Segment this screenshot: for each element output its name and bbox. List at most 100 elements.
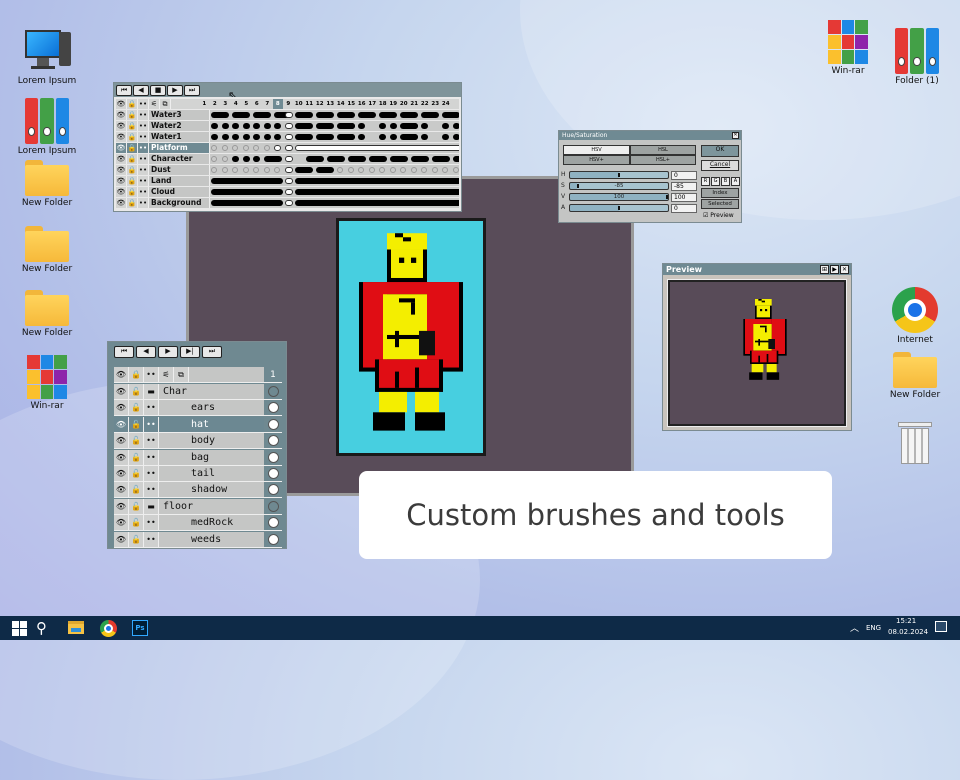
mode-hsl-plus[interactable]: HSL+ (630, 155, 696, 165)
visibility-icon[interactable]: 👁 (114, 466, 129, 481)
search-icon[interactable]: ⚲ (36, 618, 56, 638)
layer-state-toggle[interactable] (264, 400, 282, 416)
layer-name[interactable]: body (159, 433, 264, 449)
lock-icon[interactable]: 🔒 (127, 132, 138, 142)
visibility-icon[interactable]: 👁 (116, 132, 127, 142)
timeline-layer-row[interactable]: 👁 🔒 •• Character (116, 154, 459, 164)
prev-frame-button[interactable]: ◀ (133, 85, 149, 96)
desktop-icon-new-folder[interactable]: New Folder (7, 160, 87, 208)
visibility-icon[interactable]: 👁 (116, 187, 127, 197)
visibility-icon[interactable]: 👁 (116, 198, 127, 208)
last-frame-button[interactable]: ⏭ (184, 85, 200, 96)
desktop-icon-win-rar[interactable]: Win-rar (808, 20, 888, 76)
frame-number[interactable]: 22 (420, 99, 431, 109)
visibility-icon[interactable]: 👁 (114, 531, 129, 547)
desktop-icon-lorem-ipsum[interactable]: Lorem Ipsum (7, 28, 87, 86)
frame-number[interactable]: 18 (378, 99, 389, 109)
language-indicator[interactable]: ENG (866, 624, 881, 632)
timeline-layer-row[interactable]: 👁 🔒 •• Platform (116, 143, 459, 153)
layer-row[interactable]: 👁 🔓 •• shadow (114, 482, 282, 499)
cancel-button[interactable]: Cancel (701, 160, 739, 171)
layer-name[interactable]: Cloud (149, 187, 210, 197)
desktop-icon-lorem-ipsum[interactable]: Lorem Ipsum (7, 96, 87, 156)
layer-state-toggle[interactable] (264, 449, 282, 465)
layer-name[interactable]: Background (149, 198, 210, 208)
file-explorer-icon[interactable] (68, 621, 84, 634)
frame-track[interactable] (210, 187, 459, 197)
start-button[interactable] (12, 621, 27, 636)
frame-number[interactable]: 5 (241, 99, 252, 109)
frame-number[interactable]: 8 (272, 99, 283, 109)
frame-number[interactable]: 12 (315, 99, 326, 109)
fit-icon[interactable]: ⊞ (820, 265, 829, 274)
lock-icon[interactable]: 🔒 (127, 110, 138, 120)
layer-name[interactable]: Dust (149, 165, 210, 175)
close-icon[interactable]: ✕ (840, 265, 849, 274)
timeline-layer-row[interactable]: 👁 🔒 •• Water3 (116, 110, 459, 120)
frame-number[interactable]: 16 (357, 99, 368, 109)
next-frame-button[interactable]: ▶| (180, 346, 200, 358)
lock-icon[interactable]: 🔒 (127, 187, 138, 197)
preview-checkbox[interactable]: ☑ Preview (703, 212, 734, 219)
layer-row[interactable]: 👁 🔓 •• tail (114, 466, 282, 482)
layer-name[interactable]: Character (149, 154, 210, 164)
visibility-icon[interactable]: 👁 (116, 165, 127, 175)
desktop-icon-win-rar[interactable]: Win-rar (7, 355, 87, 411)
frame-number[interactable]: 21 (409, 99, 420, 109)
lock-icon[interactable]: 🔒 (127, 165, 138, 175)
desktop-icon-internet[interactable]: Internet (875, 287, 955, 345)
visibility-icon[interactable]: 👁 (116, 154, 127, 164)
desktop-icon-new-folder[interactable]: New Folder (875, 352, 955, 400)
link-icon[interactable]: •• (138, 121, 149, 131)
channel-value-input[interactable]: 0 (671, 204, 697, 213)
frame-track[interactable] (210, 198, 459, 208)
layer-state-toggle[interactable] (264, 384, 282, 399)
layer-state-toggle[interactable] (264, 466, 282, 481)
frame-number[interactable]: 20 (399, 99, 410, 109)
visibility-icon[interactable]: 👁 (114, 400, 129, 416)
layer-name[interactable]: hat (159, 416, 264, 432)
selected-button[interactable]: Selected (701, 199, 739, 209)
lock-icon[interactable]: 🔓 (129, 482, 144, 498)
tray-chevron-icon[interactable]: ︿ (850, 621, 859, 634)
layer-state-toggle[interactable] (264, 482, 282, 498)
timeline-layer-row[interactable]: 👁 🔒 •• Cloud (116, 187, 459, 197)
frame-track[interactable] (210, 110, 459, 120)
channel-value-input[interactable]: 100 (671, 193, 697, 202)
visibility-icon[interactable]: 👁 (114, 482, 129, 498)
timeline-layer-row[interactable]: 👁 🔒 •• Dust (116, 165, 459, 175)
clock-time[interactable]: 15:21 (896, 617, 916, 625)
layer-name[interactable]: ears (159, 400, 264, 416)
visibility-icon[interactable]: 👁 (114, 384, 129, 399)
frame-number[interactable]: 11 (304, 99, 315, 109)
visibility-icon[interactable]: 👁 (116, 143, 127, 153)
frame-track[interactable] (210, 154, 459, 164)
layer-name[interactable]: Water3 (149, 110, 210, 120)
layer-row[interactable]: 👁 🔓 •• bag (114, 449, 282, 466)
lock-icon[interactable]: 🔓 (129, 498, 144, 514)
frame-number[interactable]: 17 (367, 99, 378, 109)
frame-track[interactable] (210, 176, 459, 186)
layer-name[interactable]: Land (149, 176, 210, 186)
layer-state-toggle[interactable] (264, 515, 282, 531)
first-frame-button[interactable]: ⏮ (116, 85, 132, 96)
link-icon[interactable]: •• (138, 110, 149, 120)
visibility-icon[interactable]: 👁 (116, 121, 127, 131)
frame-number[interactable]: 3 (220, 99, 231, 109)
lock-icon[interactable]: 🔒 (127, 198, 138, 208)
timeline-layer-row[interactable]: 👁 🔒 •• Land (116, 176, 459, 186)
frame-number[interactable]: 2 (210, 99, 221, 109)
lock-icon[interactable]: 🔓 (129, 400, 144, 416)
layer-state-toggle[interactable] (264, 433, 282, 449)
channel-toggle-r[interactable]: R (701, 177, 710, 186)
frame-number[interactable]: 6 (252, 99, 263, 109)
layer-row[interactable]: 👁 🔓 •• hat (114, 416, 282, 433)
frame-number[interactable]: 24 (441, 99, 452, 109)
layer-name[interactable]: Water2 (149, 121, 210, 131)
layer-state-toggle[interactable] (264, 416, 282, 432)
channel-toggle-g[interactable]: G (711, 177, 720, 186)
visibility-icon[interactable]: 👁 (116, 176, 127, 186)
layer-row[interactable]: 👁 🔓 ▬ Char (114, 384, 282, 400)
visibility-icon[interactable]: 👁 (114, 498, 129, 514)
frame-number[interactable]: 9 (283, 99, 294, 109)
